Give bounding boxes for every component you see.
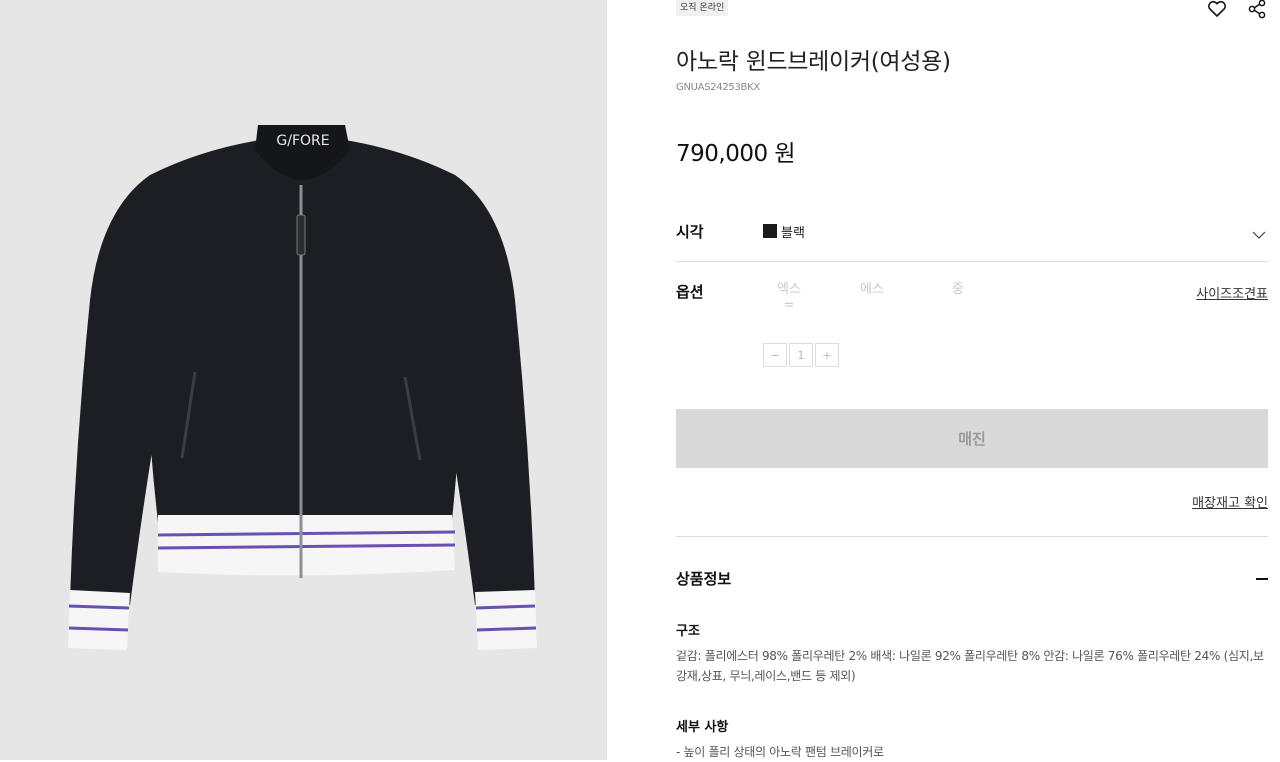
sold-out-button[interactable]: 매진 [676,409,1268,468]
details-title: 세부 사항 [676,720,729,735]
size-option-xs[interactable]: 엑스 = [769,282,809,314]
color-select[interactable]: 블랙 [763,212,1268,250]
quantity-stepper: − 1 + [763,343,839,367]
action-icons [1206,0,1268,20]
color-swatch [763,224,777,238]
quantity-increase-button[interactable]: + [815,343,839,367]
product-title: 아노락 윈드브레이커(여성용) [676,49,951,75]
color-label: 시각 [676,223,704,241]
product-image: G/FORE [0,0,607,760]
size-label: 옵션 [676,283,704,301]
chevron-down-icon [1252,224,1266,243]
product-info-panel: 오직 온라인 아노락 윈드브레이커(여성용) GNUAS24253BKX 790… [676,0,1268,760]
details-text: - 높이 폴리 상태의 아노락 팬텀 브레이커로 [676,745,884,759]
size-option-m[interactable]: 중 [938,282,978,298]
product-code: GNUAS24253BKX [676,82,760,93]
quantity-decrease-button[interactable]: − [763,343,787,367]
quantity-input[interactable]: 1 [789,343,813,367]
share-icon[interactable] [1246,0,1268,20]
store-stock-link[interactable]: 매장재고 확인 [1192,492,1268,511]
size-chart-link[interactable]: 사이즈조견표 [1196,283,1268,302]
composition-text: 겉감: 폴리에스터 98% 폴리우레탄 2% 배색: 나일론 92% 폴리우레탄… [676,649,1264,683]
divider [676,261,1268,262]
heart-icon[interactable] [1206,0,1228,20]
product-info-title: 상품정보 [676,570,732,588]
divider [676,536,1268,537]
collapse-icon [1256,578,1268,580]
logo-text: G/FORE [276,133,329,149]
product-info-toggle[interactable]: 상품정보 [676,568,1268,590]
composition-title: 구조 [676,624,700,639]
color-value: 블랙 [781,225,805,241]
product-price: 790,000 원 [676,141,796,167]
online-only-badge: 오직 온라인 [676,0,729,16]
jacket-illustration: G/FORE [68,125,537,650]
size-option-s[interactable]: 에스 [852,282,892,298]
